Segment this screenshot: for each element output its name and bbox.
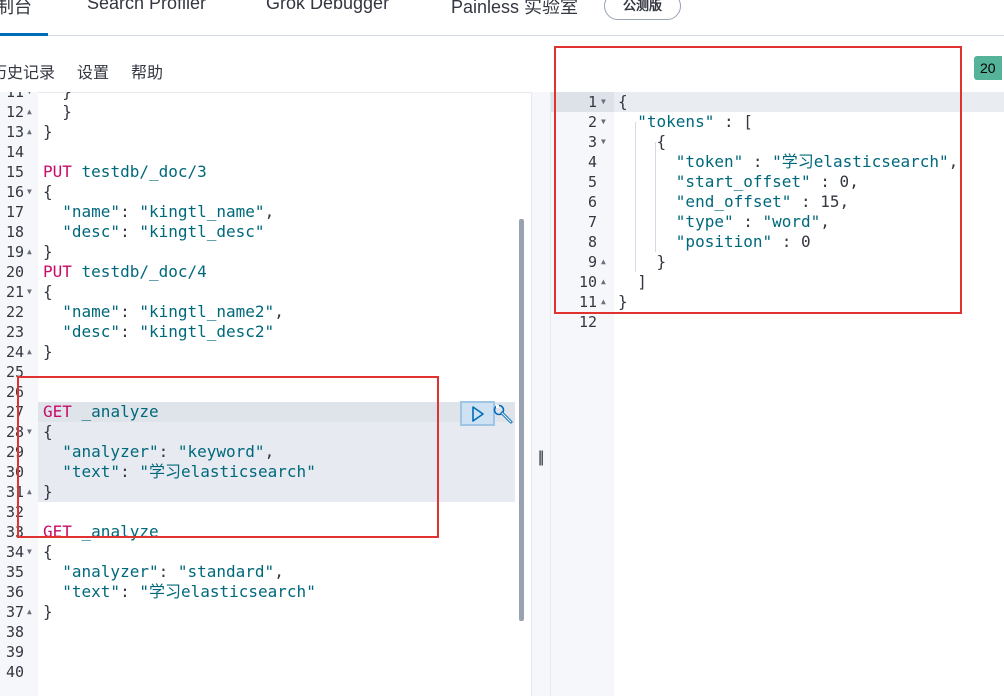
- editor-scrollbar[interactable]: [519, 219, 524, 621]
- request-line[interactable]: {: [43, 542, 53, 562]
- line-number: 23: [5, 323, 24, 341]
- history-link[interactable]: 历史记录: [0, 59, 55, 83]
- line-number: 17: [5, 203, 24, 221]
- line-number: 24: [5, 343, 24, 361]
- request-line[interactable]: "desc": "kingtl_desc2": [43, 322, 274, 342]
- fold-close-icon[interactable]: ▲: [27, 602, 32, 622]
- tab-search-profiler[interactable]: Search Profiler: [87, 0, 206, 14]
- line-number: 18: [5, 223, 24, 241]
- fold-open-icon[interactable]: ▼: [27, 542, 32, 562]
- line-number: 39: [5, 643, 24, 661]
- line-number: 34: [5, 543, 24, 561]
- request-line[interactable]: PUT testdb/_doc/4: [43, 262, 207, 282]
- request-line[interactable]: "name": "kingtl_name2",: [43, 302, 284, 322]
- line-number: 12: [5, 103, 24, 121]
- line-number: 36: [5, 583, 24, 601]
- request-line[interactable]: "text": "学习elasticsearch": [43, 582, 316, 602]
- request-line[interactable]: }: [43, 342, 53, 362]
- request-line[interactable]: }: [43, 92, 72, 102]
- line-number: 14: [5, 143, 24, 161]
- line-number: 11: [5, 92, 24, 101]
- request-line[interactable]: }: [43, 602, 53, 622]
- status-badge: 20: [974, 56, 1002, 80]
- beta-badge: 公测版: [604, 0, 682, 20]
- drag-handle-icon[interactable]: ||: [538, 449, 544, 467]
- request-line[interactable]: }: [43, 102, 72, 122]
- request-line[interactable]: {: [43, 182, 53, 202]
- response-line-number: 12: [578, 313, 597, 331]
- fold-close-icon[interactable]: ▲: [27, 242, 32, 262]
- play-icon: [472, 406, 484, 422]
- request-line[interactable]: }: [43, 242, 53, 262]
- help-link[interactable]: 帮助: [131, 59, 163, 83]
- fold-open-icon[interactable]: ▼: [27, 182, 32, 202]
- wrench-icon[interactable]: [492, 403, 514, 425]
- line-number: 19: [5, 243, 24, 261]
- settings-link[interactable]: 设置: [77, 59, 109, 83]
- active-tab-indicator: [0, 33, 48, 36]
- tab-bar: 控制台 Search Profiler Grok Debugger Painle…: [0, 0, 1004, 36]
- pane-resizer[interactable]: [531, 92, 551, 696]
- line-number: 38: [5, 623, 24, 641]
- run-request-button[interactable]: [460, 401, 495, 426]
- tab-painless-lab[interactable]: Painless 实验室: [451, 0, 578, 19]
- line-number: 37: [5, 603, 24, 621]
- request-line[interactable]: "desc": "kingtl_desc": [43, 222, 264, 242]
- line-number: 20: [5, 263, 24, 281]
- line-number: 13: [5, 123, 24, 141]
- request-line[interactable]: "analyzer": "standard",: [43, 562, 284, 582]
- line-number: 16: [5, 183, 24, 201]
- fold-close-icon[interactable]: ▲: [27, 102, 32, 122]
- line-number: 40: [5, 663, 24, 681]
- request-line[interactable]: "name": "kingtl_name",: [43, 202, 274, 222]
- fold-open-icon[interactable]: ▼: [27, 92, 32, 102]
- annotation-box-request: [17, 376, 439, 538]
- request-line[interactable]: {: [43, 282, 53, 302]
- request-line[interactable]: PUT testdb/_doc/3: [43, 162, 207, 182]
- line-number: 22: [5, 303, 24, 321]
- line-number: 21: [5, 283, 24, 301]
- line-number: 35: [5, 563, 24, 581]
- tab-grok-debugger[interactable]: Grok Debugger: [266, 0, 389, 14]
- tab-console[interactable]: 控制台: [0, 0, 32, 19]
- line-number: 15: [5, 163, 24, 181]
- annotation-box-response: [554, 46, 962, 314]
- request-line[interactable]: }: [43, 122, 53, 142]
- fold-close-icon[interactable]: ▲: [27, 122, 32, 142]
- fold-close-icon[interactable]: ▲: [27, 342, 32, 362]
- fold-open-icon[interactable]: ▼: [27, 282, 32, 302]
